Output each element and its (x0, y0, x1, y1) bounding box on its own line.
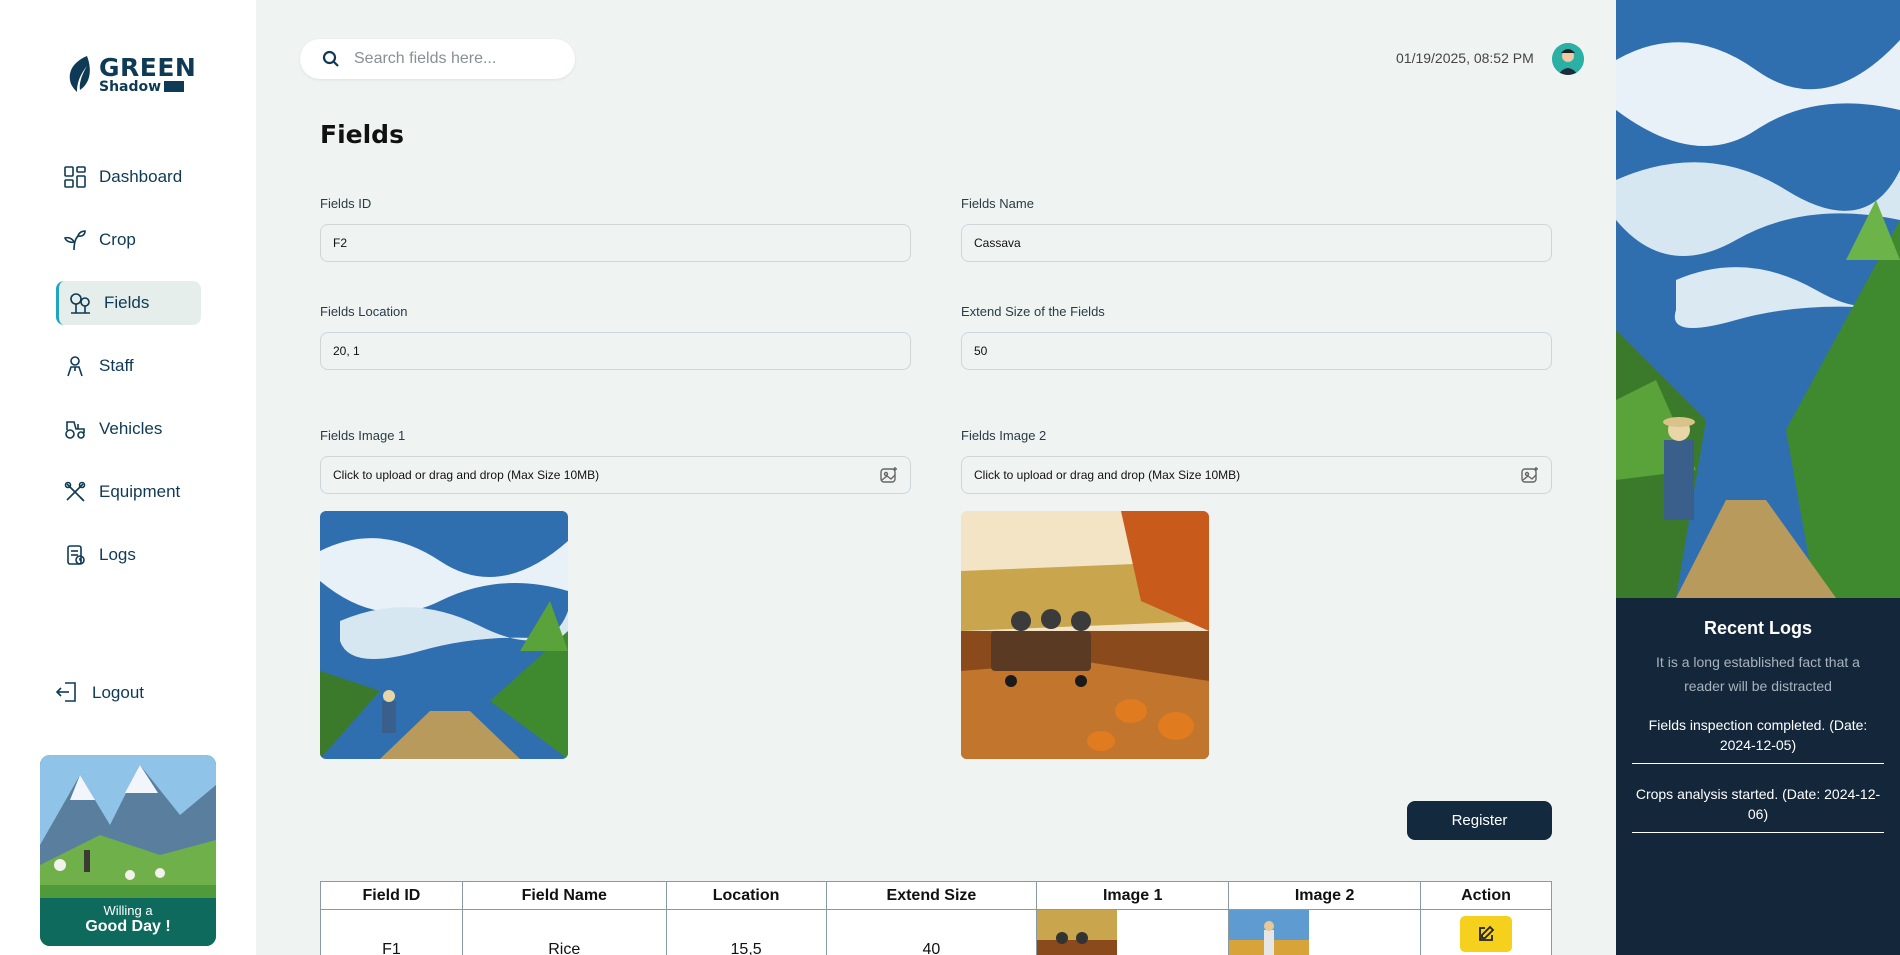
logout-button[interactable]: Logout (55, 681, 144, 705)
logout-icon (55, 681, 80, 705)
image-upload-icon (880, 467, 897, 483)
page-title: Fields (320, 120, 404, 149)
avatar[interactable] (1552, 43, 1584, 75)
cell-image2 (1228, 909, 1422, 955)
upload-text: Click to upload or drag and drop (Max Si… (974, 468, 1241, 482)
brand-name-bottom: Shadow (99, 78, 162, 95)
sidebar-item-label: Staff (99, 356, 134, 375)
register-button[interactable]: Register (1407, 801, 1552, 840)
cell-location: 15,5 (665, 909, 827, 955)
column-header: Field ID (320, 881, 463, 910)
sidebar-item-fields[interactable]: Fields (56, 281, 201, 325)
table-row: F1 Rice 15,5 40 (320, 909, 1552, 955)
edit-button[interactable] (1460, 916, 1513, 952)
image-upload-icon (1521, 467, 1538, 483)
tractor-icon (63, 417, 87, 441)
dashboard-icon (63, 165, 87, 189)
field-thumbnail (1229, 910, 1310, 955)
sidebar-item-label: Crop (99, 230, 136, 249)
field-name-input[interactable] (961, 224, 1552, 262)
table-header-row: Field ID Field Name Location Extend Size… (320, 881, 1552, 910)
sidebar-item-crop[interactable]: Crop (56, 218, 201, 262)
right-panel: Recent Logs It is a long established fac… (1616, 0, 1900, 955)
logout-label: Logout (92, 683, 144, 702)
recent-logs-title: Recent Logs (1703, 618, 1813, 638)
log-entry: Fields inspection completed. (Date: 2024… (1632, 715, 1884, 764)
extend-size-label: Extend Size of the Fields (961, 304, 1105, 319)
field-thumbnail (1037, 910, 1118, 955)
sidebar-item-label: Dashboard (99, 167, 183, 186)
cell-field-name: Rice (461, 909, 667, 955)
field-image2-preview (961, 511, 1209, 759)
column-header: Image 1 (1036, 881, 1230, 910)
sprout-icon (63, 228, 87, 252)
brand-logo[interactable]: GREEN Shadow (65, 54, 196, 94)
log-icon (63, 543, 87, 567)
edit-icon (1479, 925, 1495, 941)
search-bar[interactable] (300, 39, 575, 79)
search-input[interactable] (354, 50, 554, 68)
upload-text: Click to upload or drag and drop (Max Si… (333, 468, 600, 482)
person-icon (63, 354, 87, 378)
sidebar-item-label: Vehicles (99, 419, 163, 438)
column-header: Image 2 (1228, 881, 1422, 910)
main-content: 01/19/2025, 08:52 PM Fields Fields ID Fi… (256, 0, 1616, 955)
field-name-label: Fields Name (961, 196, 1034, 211)
fields-table: Field ID Field Name Location Extend Size… (320, 881, 1552, 955)
field-image2-label: Fields Image 2 (961, 428, 1047, 443)
sidebar-item-dashboard[interactable]: Dashboard (56, 155, 201, 199)
sidebar: GREEN Shadow Dashboard Crop Fields Staff… (0, 0, 256, 955)
cell-action (1420, 909, 1552, 955)
sidebar-item-label: Equipment (99, 482, 181, 501)
field-id-label: Fields ID (320, 196, 372, 211)
column-header: Extend Size (825, 881, 1038, 910)
column-header: Action (1420, 881, 1552, 910)
sidebar-item-label: Fields (104, 293, 150, 312)
field-location-input[interactable] (320, 332, 911, 370)
sidebar-item-equipment[interactable]: Equipment (56, 470, 201, 514)
column-header: Field Name (461, 881, 667, 910)
field-image1-label: Fields Image 1 (320, 428, 406, 443)
column-header: Location (665, 881, 827, 910)
tree-icon (68, 291, 92, 315)
field-image1-upload[interactable]: Click to upload or drag and drop (Max Si… (320, 456, 911, 494)
extend-size-input[interactable] (961, 332, 1552, 370)
cell-field-id: F1 (320, 909, 463, 955)
promo-card: Willing a Good Day ! (40, 755, 216, 946)
cornfield-hero-image (1616, 0, 1900, 598)
field-location-label: Fields Location (320, 304, 408, 319)
cell-extend-size: 40 (825, 909, 1038, 955)
field-id-input[interactable] (320, 224, 911, 262)
promo-line-2: Good Day ! (85, 918, 171, 935)
cell-image1 (1036, 909, 1230, 955)
field-image1-preview (320, 511, 568, 759)
search-icon (322, 50, 339, 67)
field-image2-upload[interactable]: Click to upload or drag and drop (Max Si… (961, 456, 1552, 494)
recent-logs-subtitle: It is a long established fact that a rea… (1656, 654, 1860, 694)
tools-icon (63, 480, 87, 504)
sidebar-item-logs[interactable]: Logs (56, 533, 201, 577)
leaf-icon (69, 56, 90, 92)
log-entry: Crops analysis started. (Date: 2024-12-0… (1632, 784, 1884, 833)
datetime: 01/19/2025, 08:52 PM (1396, 50, 1534, 66)
brand-name-top: GREEN (99, 52, 197, 82)
sidebar-item-staff[interactable]: Staff (56, 344, 201, 388)
sidebar-nav: Dashboard Crop Fields Staff Vehicles Equ… (56, 155, 201, 596)
promo-line-1: Willing a (103, 903, 153, 918)
sidebar-item-label: Logs (99, 545, 136, 564)
sidebar-item-vehicles[interactable]: Vehicles (56, 407, 201, 451)
